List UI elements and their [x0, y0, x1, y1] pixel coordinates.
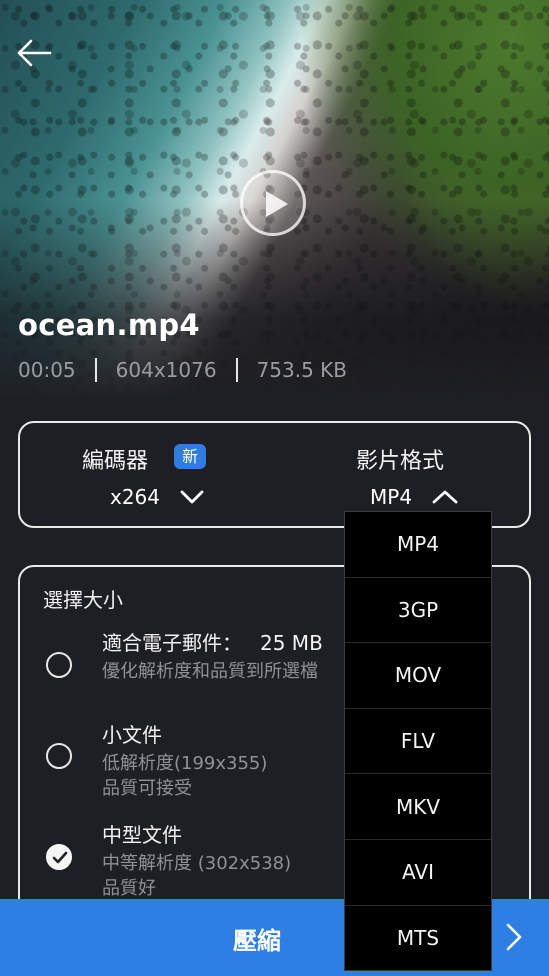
format-option-mts[interactable]: MTS: [345, 906, 491, 972]
option-title: 中型文件: [102, 823, 182, 847]
option-description: 低解析度(199x355): [102, 753, 268, 774]
option-quality: 品質好: [102, 878, 156, 899]
option-description: 優化解析度和品質到所選檔: [102, 661, 318, 682]
video-resolution: 604x1076: [115, 358, 217, 382]
encoder-selector[interactable]: 編碼器 新 x264: [20, 423, 276, 526]
option-title: 小文件: [102, 723, 162, 747]
chevron-up-icon: [432, 490, 458, 504]
encoder-label: 編碼器: [82, 449, 149, 474]
video-meta: 00:05 604x1076 753.5 KB: [18, 358, 347, 382]
chevron-down-icon: [180, 490, 204, 504]
video-filesize: 753.5 KB: [256, 358, 348, 382]
back-arrow-icon[interactable]: [14, 36, 54, 70]
format-dropdown-menu: MP4 3GP MOV FLV MKV AVI MTS: [344, 511, 492, 971]
play-icon[interactable]: [240, 170, 306, 236]
format-option-mkv[interactable]: MKV: [345, 774, 491, 840]
format-dropdown-toggle[interactable]: MP4: [370, 485, 458, 509]
radio-button[interactable]: [46, 743, 72, 769]
format-option-avi[interactable]: AVI: [345, 840, 491, 906]
check-icon: [52, 851, 68, 864]
option-title-row: 適合電子郵件： 25 MB: [102, 627, 323, 656]
format-option-mp4[interactable]: MP4: [345, 512, 491, 578]
option-description: 中等解析度 (302x538): [102, 853, 292, 874]
video-duration: 00:05: [18, 358, 76, 382]
format-value: MP4: [370, 485, 413, 509]
format-option-3gp[interactable]: 3GP: [345, 578, 491, 644]
meta-divider: [94, 358, 97, 382]
new-badge: 新: [174, 444, 207, 469]
format-option-flv[interactable]: FLV: [345, 709, 491, 775]
radio-button[interactable]: [46, 652, 72, 678]
option-size: 25 MB: [260, 631, 323, 655]
size-section-title: 選擇大小: [43, 588, 123, 612]
meta-divider: [235, 358, 238, 382]
option-quality: 品質可接受: [102, 778, 192, 799]
compress-label: 壓縮: [233, 927, 281, 955]
option-title: 適合電子郵件：: [102, 631, 242, 655]
video-filename: ocean.mp4: [18, 308, 200, 342]
format-label: 影片格式: [356, 449, 445, 474]
radio-button-checked[interactable]: [46, 844, 72, 870]
encoder-value: x264: [110, 485, 161, 509]
format-option-mov[interactable]: MOV: [345, 643, 491, 709]
encoder-dropdown[interactable]: x264: [110, 485, 204, 509]
chevron-right-icon[interactable]: [505, 922, 523, 952]
